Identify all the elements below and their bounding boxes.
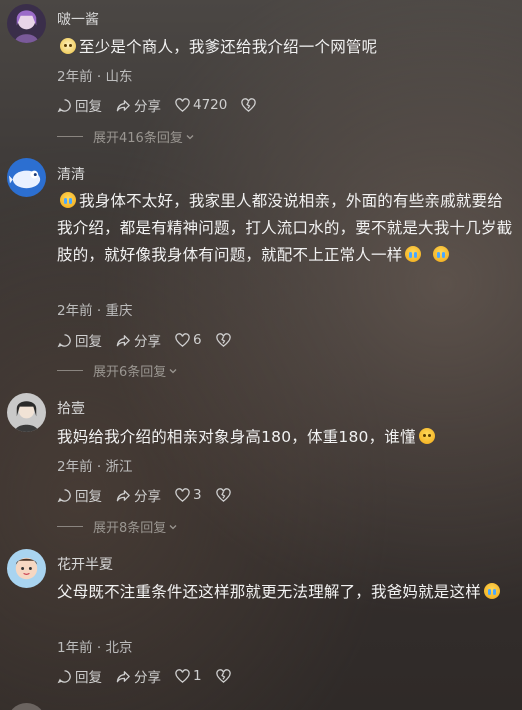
- reply-icon: [57, 488, 71, 502]
- divider: [57, 136, 83, 137]
- reply-button[interactable]: 回复: [57, 330, 102, 350]
- chevron-down-icon: [186, 134, 194, 139]
- username[interactable]: 清清: [57, 164, 85, 184]
- dislike-button[interactable]: [215, 487, 234, 503]
- reply-icon: [57, 669, 71, 683]
- chevron-down-icon: [169, 524, 177, 529]
- share-button[interactable]: 分享: [116, 666, 161, 686]
- crying-emoji-icon: [483, 583, 500, 599]
- shocked-emoji-icon: [418, 428, 435, 444]
- broken-heart-icon: [215, 332, 231, 347]
- comment-meta: 2年前 · 山东: [57, 69, 133, 85]
- divider: [57, 370, 83, 371]
- comment-text: 我妈给我介绍的相亲对象身高180，体重180，谁懂: [57, 424, 515, 451]
- share-icon: [116, 99, 130, 111]
- avatar[interactable]: [7, 549, 46, 588]
- avatar[interactable]: [7, 4, 46, 43]
- share-button[interactable]: 分享: [116, 330, 161, 350]
- reply-icon: [57, 333, 71, 347]
- crying-emoji-icon: [60, 192, 76, 208]
- reply-icon: [57, 98, 71, 112]
- username[interactable]: 拾壹: [57, 398, 85, 418]
- broken-heart-icon: [241, 97, 257, 112]
- username[interactable]: 啵一酱: [57, 9, 99, 29]
- broken-heart-icon: [215, 668, 231, 683]
- divider: [57, 526, 83, 527]
- share-button[interactable]: 分享: [116, 95, 161, 115]
- like-button[interactable]: 1: [175, 668, 202, 684]
- expand-replies[interactable]: 展开416条回复: [57, 127, 195, 146]
- reply-button[interactable]: 回复: [57, 95, 102, 115]
- comment-actions: 回复 分享 3: [57, 485, 248, 505]
- share-icon: [116, 489, 130, 501]
- dislike-button[interactable]: [215, 668, 234, 684]
- expand-replies[interactable]: 展开6条回复: [57, 361, 178, 380]
- broken-heart-icon: [215, 487, 231, 502]
- reply-button[interactable]: 回复: [57, 666, 102, 686]
- like-button[interactable]: 6: [175, 332, 202, 348]
- heart-icon: [175, 668, 190, 683]
- crying-emoji-icon: [432, 246, 449, 262]
- comment-actions: 回复 分享 1: [57, 666, 248, 686]
- comment-text: 至少是个商人，我爹还给我介绍一个网管呢: [57, 34, 515, 61]
- avatar[interactable]: [7, 393, 46, 432]
- expand-replies[interactable]: 展开8条回复: [57, 517, 178, 536]
- dog-emoji-icon: [60, 38, 76, 54]
- crying-emoji-icon: [405, 246, 422, 262]
- like-button[interactable]: 4720: [175, 97, 227, 113]
- username[interactable]: 花开半夏: [57, 554, 113, 574]
- comment-meta: 2年前 · 浙江: [57, 459, 133, 475]
- avatar[interactable]: [7, 158, 46, 197]
- heart-icon: [175, 332, 190, 347]
- dislike-button[interactable]: [215, 332, 234, 348]
- heart-icon: [175, 97, 190, 112]
- comment-actions: 回复 分享 4720: [57, 95, 273, 115]
- comment-meta: 1年前 · 北京: [57, 640, 133, 656]
- comment-text: 我身体不太好，我家里人都没说相亲，外面的有些亲戚就要给我介绍，都是有精神问题，打…: [57, 192, 513, 264]
- avatar[interactable]: [7, 703, 46, 710]
- share-button[interactable]: 分享: [116, 485, 161, 505]
- comment-meta: 2年前 · 重庆: [57, 303, 133, 319]
- chevron-down-icon: [169, 368, 177, 373]
- reply-button[interactable]: 回复: [57, 485, 102, 505]
- comment-text: 父母既不注重条件还这样那就更无法理解了，我爸妈就是这样: [57, 579, 515, 606]
- dislike-button[interactable]: [241, 97, 259, 113]
- like-button[interactable]: 3: [175, 487, 202, 503]
- comment-actions: 回复 分享 6: [57, 330, 248, 350]
- share-icon: [116, 670, 130, 682]
- heart-icon: [175, 487, 190, 502]
- share-icon: [116, 334, 130, 346]
